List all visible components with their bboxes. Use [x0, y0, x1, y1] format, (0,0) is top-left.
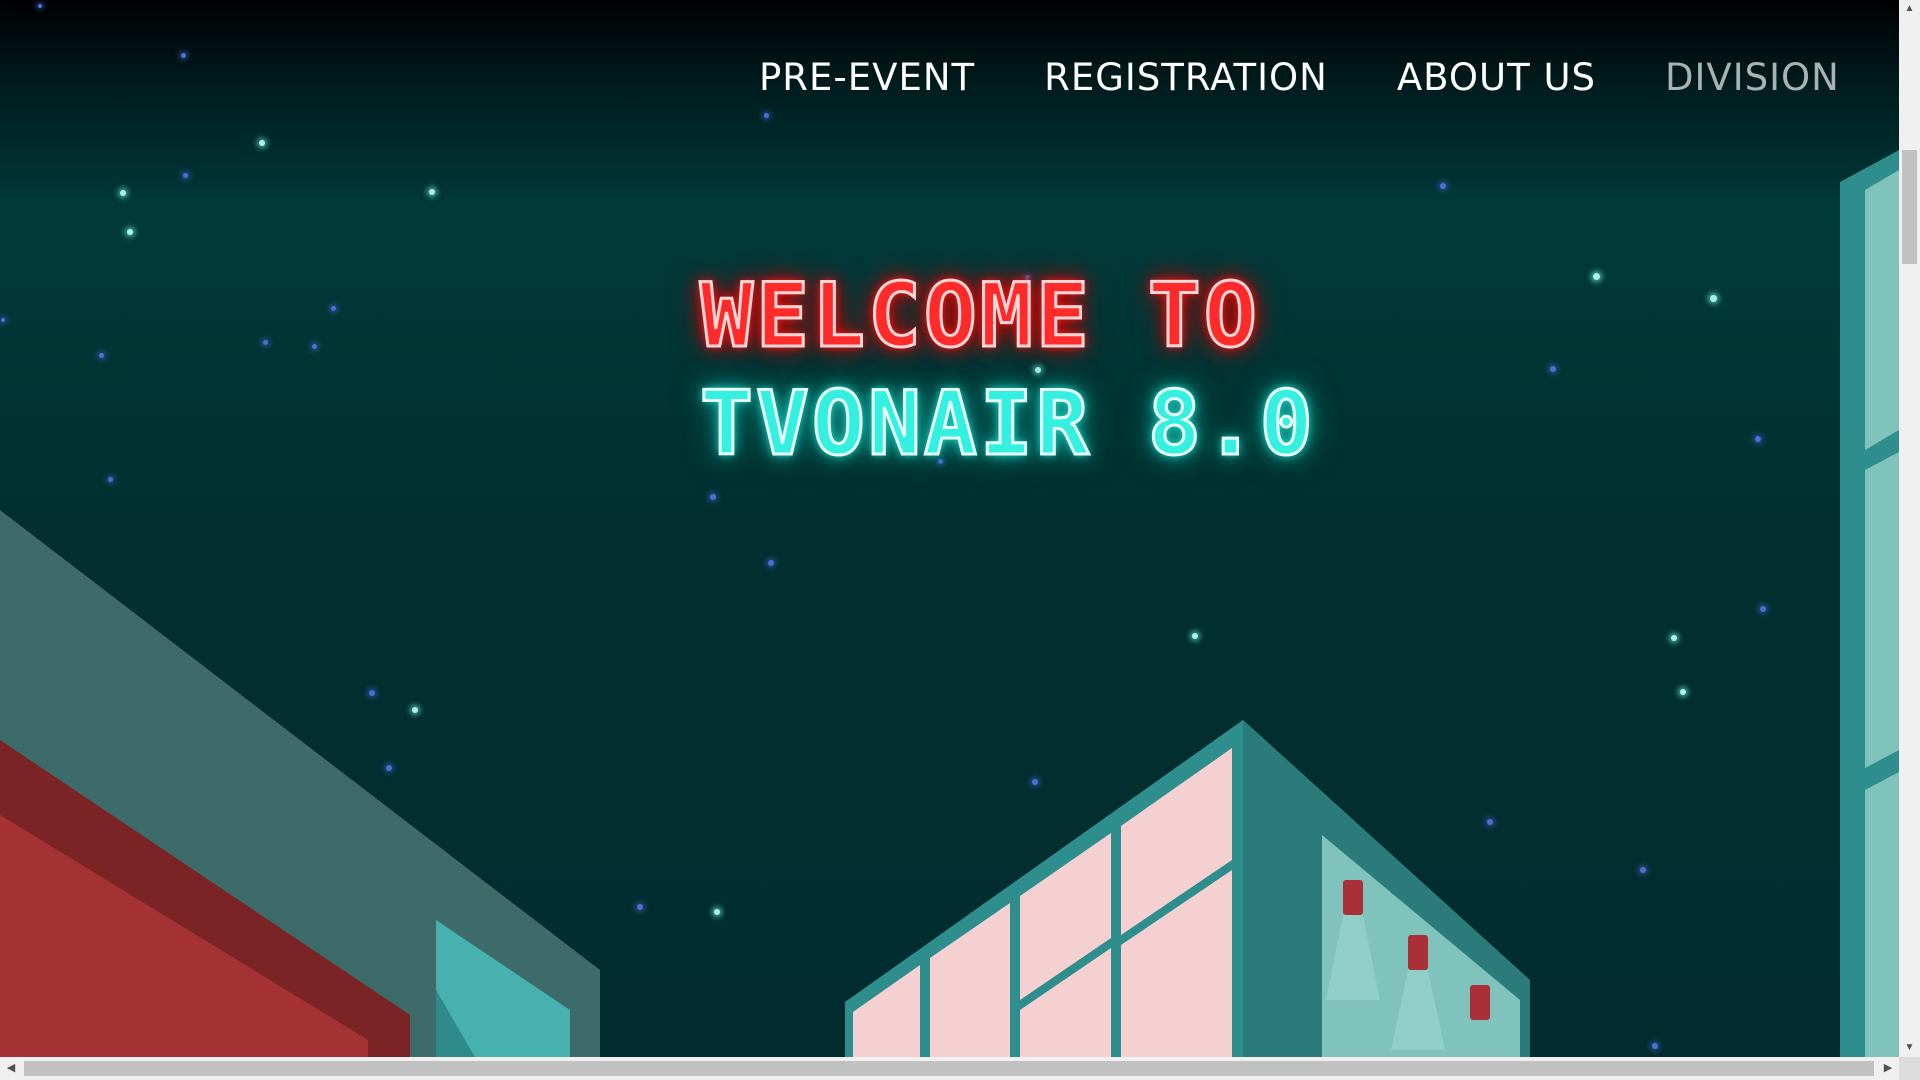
horizontal-scroll-thumb[interactable]: [24, 1061, 1874, 1076]
main-navigation: PRE-EVENT REGISTRATION ABOUT US DIVISION: [759, 56, 1840, 99]
right-building-window-top: [1865, 170, 1899, 450]
hero-title-line1: WELCOME TO: [699, 264, 1260, 367]
scrollbar-corner: [1899, 1057, 1920, 1080]
scroll-down-icon[interactable]: ▼: [1899, 1039, 1920, 1057]
nav-pre-event[interactable]: PRE-EVENT: [759, 56, 975, 99]
nav-registration[interactable]: REGISTRATION: [1044, 56, 1328, 99]
city-skyline-illustration: [0, 150, 1899, 1057]
hero-title-line2: TVONAIR 8.0: [699, 372, 1316, 475]
right-building-window-low: [1865, 772, 1899, 1057]
page-viewport: PRE-EVENT REGISTRATION ABOUT US DIVISION…: [0, 0, 1899, 1057]
horizontal-scrollbar[interactable]: ◀ ▶: [0, 1057, 1899, 1080]
nav-about-us[interactable]: ABOUT US: [1397, 56, 1596, 99]
right-building-window-mid: [1865, 452, 1899, 768]
vertical-scroll-thumb[interactable]: [1902, 150, 1917, 264]
scroll-up-icon[interactable]: ▲: [1899, 0, 1920, 18]
nav-division[interactable]: DIVISION: [1665, 56, 1840, 99]
scroll-right-icon[interactable]: ▶: [1877, 1057, 1899, 1080]
scroll-left-icon[interactable]: ◀: [0, 1057, 22, 1080]
vertical-scrollbar[interactable]: ▲ ▼: [1899, 0, 1920, 1057]
